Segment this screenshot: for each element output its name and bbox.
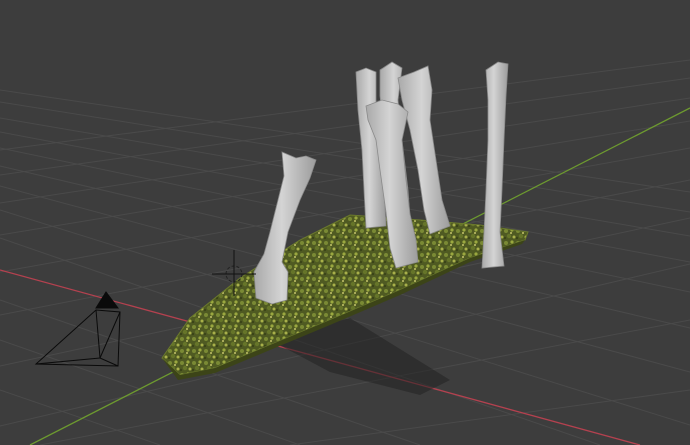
- 3d-viewport[interactable]: [0, 0, 690, 445]
- viewport-canvas[interactable]: [0, 0, 690, 445]
- camera[interactable]: [34, 291, 121, 367]
- camera-up-triangle-icon: [95, 291, 119, 309]
